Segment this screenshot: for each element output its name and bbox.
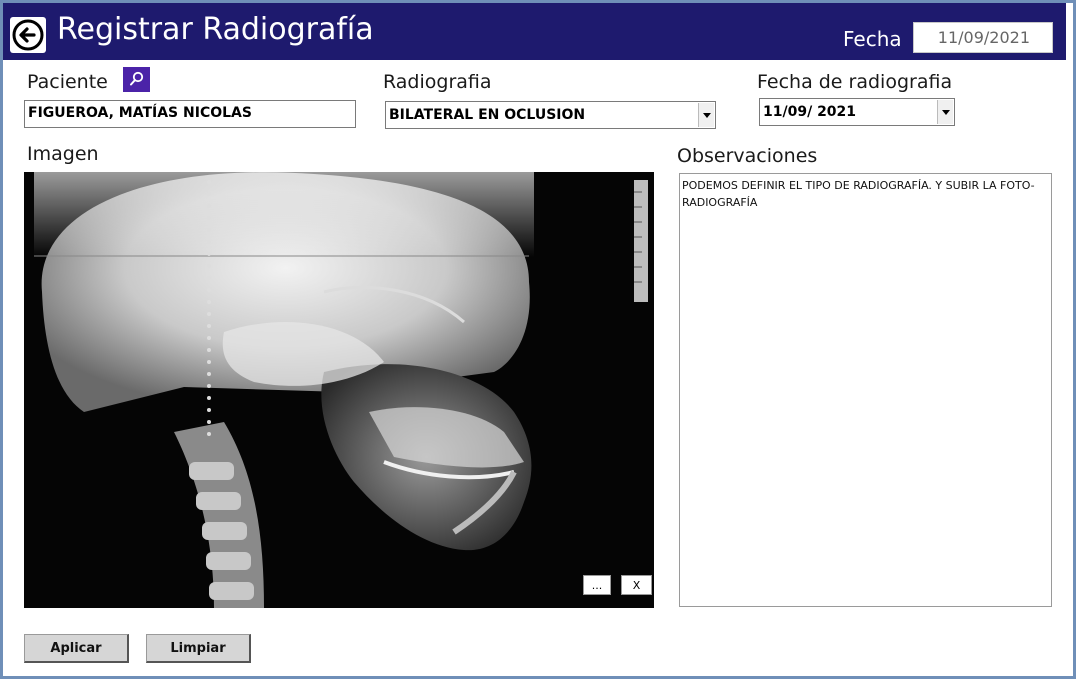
observaciones-label: Observaciones — [677, 145, 818, 167]
radiografia-label: Radiografia — [383, 71, 492, 93]
fecha-radiografia-dropdown-button[interactable] — [937, 100, 953, 124]
fecha-field[interactable]: 11/09/2021 — [913, 22, 1053, 53]
chevron-down-icon — [702, 112, 711, 118]
back-button[interactable] — [10, 17, 46, 53]
fecha-radiografia-value: 11/09/ 2021 — [763, 104, 857, 120]
paciente-input[interactable]: FIGUEROA, MATÍAS NICOLAS — [24, 100, 356, 128]
radiografia-select[interactable]: BILATERAL EN OCLUSION — [385, 101, 716, 129]
page-title: Registrar Radiografía — [57, 12, 374, 47]
clear-image-button[interactable]: X — [621, 575, 652, 595]
chevron-down-icon — [941, 109, 950, 115]
browse-image-button[interactable]: ... — [583, 575, 611, 595]
fecha-radiografia-label: Fecha de radiografia — [757, 71, 953, 93]
paciente-label: Paciente — [27, 71, 108, 93]
header-bar: Registrar Radiografía Fecha 11/09/2021 — [3, 3, 1066, 60]
apply-button[interactable]: Aplicar — [24, 634, 129, 663]
radiografia-dropdown-button[interactable] — [698, 103, 714, 127]
search-patient-button[interactable] — [123, 67, 150, 92]
fecha-radiografia-picker[interactable]: 11/09/ 2021 — [759, 98, 955, 126]
fecha-label: Fecha — [843, 27, 902, 51]
observaciones-textarea[interactable]: PODEMOS DEFINIR EL TIPO DE RADIOGRAFÍA. … — [679, 173, 1052, 607]
clear-form-button[interactable]: Limpiar — [146, 634, 251, 663]
radiografia-selected-value: BILATERAL EN OCLUSION — [389, 107, 586, 123]
radiograph-picture — [24, 172, 654, 608]
back-arrow-icon — [12, 19, 44, 51]
imagen-label: Imagen — [27, 143, 99, 165]
search-icon — [130, 71, 144, 86]
radiograph-image: ... X — [24, 172, 654, 608]
